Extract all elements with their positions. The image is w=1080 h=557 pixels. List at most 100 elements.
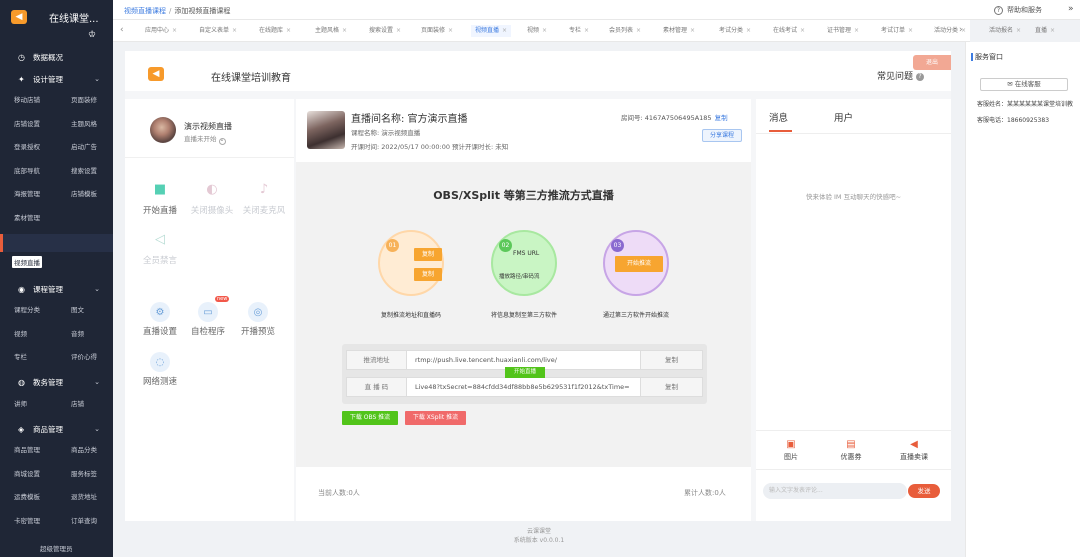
sidebar-item-edu_items-1[interactable]: 店铺 (71, 398, 84, 408)
close-icon[interactable]: × (396, 27, 401, 34)
tool-camera[interactable]: ■ 开始直播 (135, 177, 185, 217)
close-icon[interactable]: × (636, 27, 641, 34)
tool-mic[interactable]: ♪ 关闭麦克风 (239, 177, 289, 217)
expand-icon[interactable]: » (1068, 4, 1074, 14)
admin-label[interactable]: 超级管理员 (40, 543, 73, 553)
sidebar-section-1[interactable]: ✦ 设计管理 ⌄ (0, 70, 113, 88)
close-icon[interactable]: × (908, 27, 913, 34)
sidebar-item-goods_items-1[interactable]: 商品分类 (71, 444, 97, 454)
tab-12[interactable]: 在线考试 × (769, 25, 809, 37)
sidebar-item-design_items-6[interactable]: 底部导航 (14, 165, 40, 175)
close-icon[interactable]: × (542, 27, 547, 34)
tab-5[interactable]: 页面装修 × (417, 25, 457, 37)
start-live-button[interactable]: 开始直播 (505, 367, 545, 378)
help-link[interactable]: ? 帮助和服务 (994, 5, 1042, 15)
tab-14[interactable]: 考试订单 × (877, 25, 917, 37)
close-icon[interactable]: × (342, 27, 347, 34)
tab-13[interactable]: 证书管理 × (823, 25, 863, 37)
sidebar-item-course_items-1[interactable]: 图文 (71, 304, 84, 314)
sidebar-item-design_items-0[interactable]: 移动店铺 (14, 94, 40, 104)
shirt-icon[interactable]: ♔ (88, 30, 96, 40)
sidebar-item-edu_items-0[interactable]: 讲师 (14, 398, 27, 408)
coupon-action[interactable]: ▤ 优惠券 (826, 439, 876, 462)
close-icon[interactable]: × (1016, 27, 1021, 34)
sidebar-item-goods_items-5[interactable]: 退货地址 (71, 491, 97, 501)
sidebar-item-course_items-5[interactable]: 评价心得 (71, 351, 97, 361)
send-button[interactable]: 发送 (908, 484, 940, 498)
copy-push-url-button[interactable]: 复制 (640, 351, 702, 369)
sidebar-item-design_items-9[interactable]: 店铺模板 (71, 188, 97, 198)
tool-webcam[interactable]: ◐ 关闭摄像头 (187, 177, 237, 217)
sidebar-section-3[interactable]: ◉ 课程管理 ⌄ (0, 280, 113, 298)
sidebar-brand[interactable]: ◀ 在线课堂... (0, 0, 113, 34)
close-icon[interactable]: × (854, 27, 859, 34)
tab-1[interactable]: 自定义表单 × (195, 25, 241, 37)
breadcrumb-parent[interactable]: 视频直播课程 (124, 7, 166, 15)
close-icon[interactable]: × (800, 27, 805, 34)
tab-6[interactable]: 视频直播 × (471, 25, 512, 37)
tab-17[interactable]: 直播 × (1031, 25, 1059, 37)
tab-scroll-left-icon[interactable]: ‹ (120, 25, 124, 35)
close-icon[interactable]: × (690, 27, 695, 34)
tab-users[interactable]: 用户 (834, 110, 853, 124)
sidebar-item-goods_items-0[interactable]: 商品管理 (14, 444, 40, 454)
sidebar-item-design_items-4[interactable]: 登录授权 (14, 141, 40, 151)
close-icon[interactable]: × (172, 27, 177, 34)
tab-16[interactable]: 活动报名 × (985, 25, 1025, 37)
sidebar-item-goods_items-4[interactable]: 运费模板 (14, 491, 40, 501)
sidebar-item-course_items-4[interactable]: 专栏 (14, 351, 27, 361)
tab-0[interactable]: 应用中心 × (141, 25, 181, 37)
sidebar-item-goods_items-2[interactable]: 商城设置 (14, 468, 40, 478)
close-icon[interactable]: × (746, 27, 751, 34)
tab-15[interactable]: 活动分类 × (930, 25, 970, 37)
tab-4[interactable]: 搜索设置 × (365, 25, 405, 37)
tool-monitor[interactable]: ▭ new 自检程序 (183, 296, 233, 337)
close-icon[interactable]: × (502, 27, 507, 34)
close-icon[interactable]: × (584, 27, 589, 34)
sidebar-item-design_items-1[interactable]: 页面装修 (71, 94, 97, 104)
sidebar-item-course_items-3[interactable]: 音频 (71, 328, 84, 338)
faq-link[interactable]: 常见问题? (877, 69, 925, 82)
share-course-button[interactable]: 分享课程 (702, 129, 742, 142)
download-obs-button[interactable]: 下载 OBS 推流 (342, 411, 398, 425)
close-icon[interactable]: × (448, 27, 453, 34)
sidebar-item-goods_items-7[interactable]: 订单查询 (71, 515, 97, 525)
sidebar-item-course_items-2[interactable]: 视频 (14, 328, 27, 338)
close-icon[interactable]: × (232, 27, 237, 34)
sidebar-section-0[interactable]: ◷ 数据概况 (0, 48, 113, 66)
sidebar-item-goods_items-3[interactable]: 服务标签 (71, 468, 97, 478)
sidebar-item-design_items-2[interactable]: 店铺设置 (14, 118, 40, 128)
sidebar-item-goods_items-6[interactable]: 卡密管理 (14, 515, 40, 525)
sidebar-item-course_items-0[interactable]: 课程分类 (14, 304, 40, 314)
sidebar-item-design_items-5[interactable]: 启动广告 (71, 141, 97, 151)
tab-8[interactable]: 专栏 × (565, 25, 593, 37)
tool-speed[interactable]: ◌ 网络测速 (135, 352, 185, 387)
tab-messages[interactable]: 消息 (769, 110, 788, 124)
copy-room-link[interactable]: 复制 (715, 114, 728, 122)
tool-settings[interactable]: ⚙ 直播设置 (135, 302, 185, 337)
download-xsplit-button[interactable]: 下载 XSplit 推流 (405, 411, 466, 425)
tab-10[interactable]: 素材管理 × (659, 25, 699, 37)
close-icon[interactable]: × (286, 27, 291, 34)
tab-11[interactable]: 考试分类 × (715, 25, 755, 37)
tool-eye[interactable]: ◎ 开播预览 (233, 302, 283, 337)
sidebar-item-video-live[interactable]: 视频直播 (12, 256, 42, 268)
sidebar-item-design_items-3[interactable]: 主题风格 (71, 118, 97, 128)
close-icon[interactable]: × (1050, 27, 1055, 34)
tool-mute[interactable]: ◁ 全员禁言 (135, 227, 185, 267)
tab-9[interactable]: 会员列表 × (605, 25, 645, 37)
image-action[interactable]: ▣ 图片 (766, 439, 816, 462)
exit-button[interactable]: 退出 (913, 55, 951, 70)
sell-course-action[interactable]: ◀ 直播卖课 (889, 439, 939, 462)
sidebar-item-design_items-8[interactable]: 海报管理 (14, 188, 40, 198)
tab-2[interactable]: 在线题库 × (255, 25, 295, 37)
chat-input[interactable]: 输入文字发表评论... (763, 483, 907, 499)
tab-3[interactable]: 主题风格 × (311, 25, 351, 37)
sidebar-item-design_items-7[interactable]: 搜索设置 (71, 165, 97, 175)
online-service-button[interactable]: ✉ 在线客服 (980, 78, 1068, 91)
sidebar-section-5[interactable]: ◈ 商品管理 ⌄ (0, 420, 113, 438)
tab-7[interactable]: 视频 × (523, 25, 551, 37)
sidebar-section-4[interactable]: ◍ 教务管理 ⌄ (0, 373, 113, 391)
sidebar-item-design_items-10[interactable]: 素材管理 (14, 212, 40, 222)
copy-live-code-button[interactable]: 复制 (640, 378, 702, 396)
